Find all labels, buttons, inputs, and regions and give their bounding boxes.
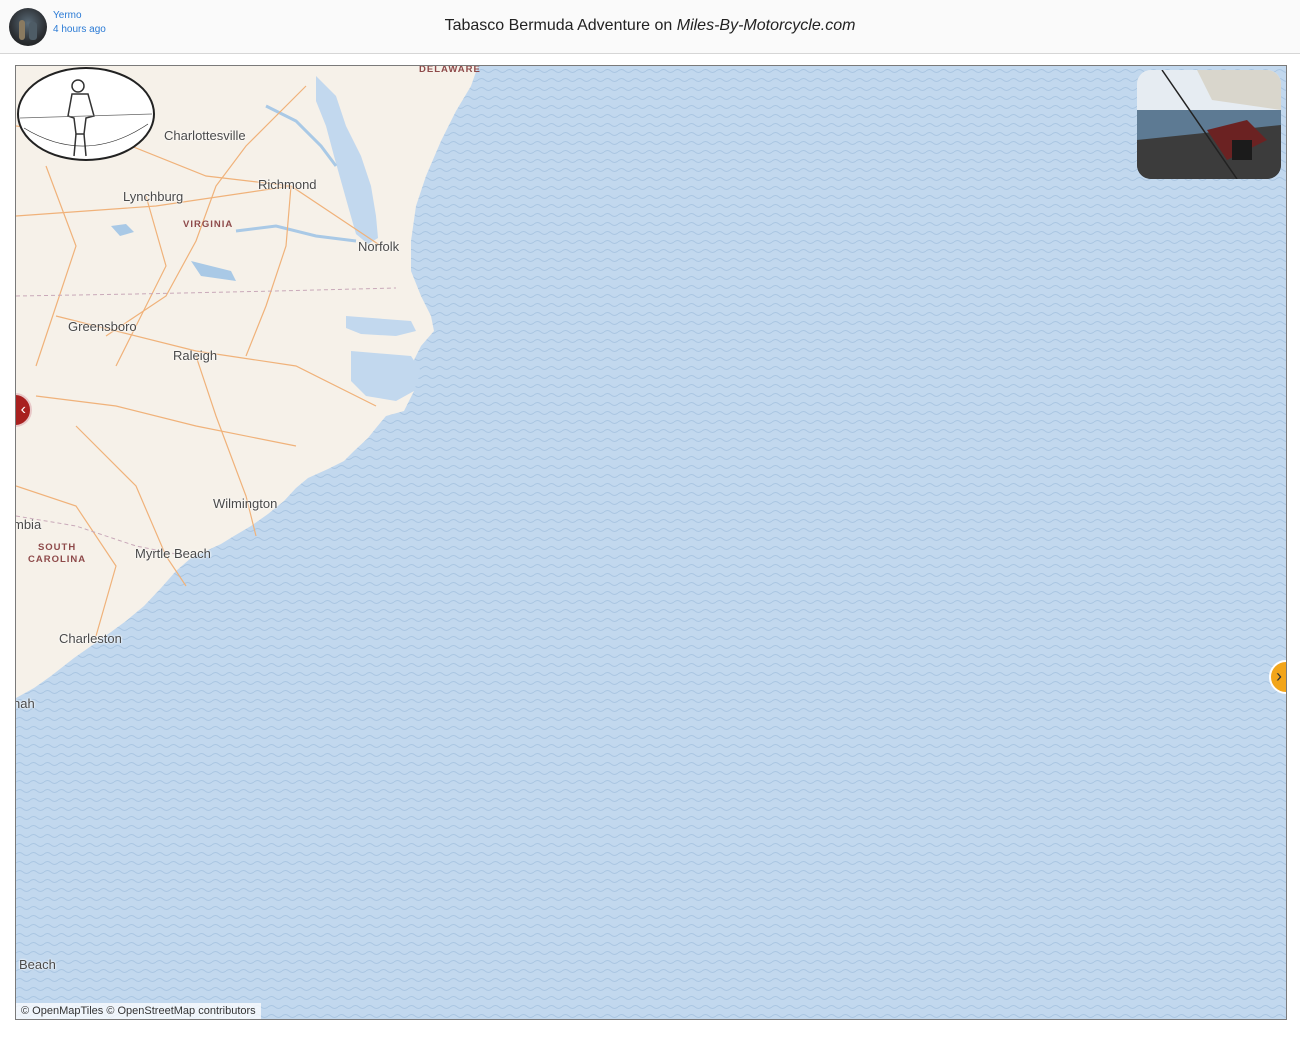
city-label-norfolk: Norfolk bbox=[358, 239, 400, 254]
state-label-delaware: DELAWARE bbox=[419, 65, 481, 75]
city-label-charlottesville: Charlottesville bbox=[164, 128, 246, 143]
map-view[interactable]: DELAWARE VIRGINIA SOUTH CAROLINA Charlot… bbox=[15, 65, 1287, 1020]
state-label-south-carolina: SOUTH CAROLINA bbox=[28, 542, 87, 565]
map-canvas bbox=[16, 66, 1286, 1019]
header-bar: Yermo 4 hours ago Tabasco Bermuda Advent… bbox=[0, 0, 1300, 54]
title-text: Tabasco Bermuda Adventure on bbox=[444, 17, 677, 34]
map-attribution[interactable]: © OpenMapTiles © OpenStreetMap contribut… bbox=[16, 1003, 261, 1019]
miles-by-motorcycle-logo[interactable] bbox=[16, 66, 156, 162]
city-label-wilmington: Wilmington bbox=[213, 496, 278, 511]
city-label-charleston: Charleston bbox=[59, 631, 122, 646]
state-label-virginia: VIRGINIA bbox=[183, 219, 234, 230]
city-label-columbia: mbia bbox=[15, 517, 42, 532]
city-label-greensboro: Greensboro bbox=[68, 319, 137, 334]
city-label-richmond: Richmond bbox=[258, 177, 317, 192]
city-label-beach: Beach bbox=[19, 957, 56, 972]
sailboat-photo bbox=[1137, 70, 1281, 179]
page-title: Tabasco Bermuda Adventure on Miles-By-Mo… bbox=[0, 17, 1300, 35]
city-label-lynchburg: Lynchburg bbox=[123, 189, 184, 204]
city-label-savannah: nah bbox=[15, 696, 35, 711]
photo-thumbnail[interactable] bbox=[1137, 70, 1281, 179]
city-label-myrtle-beach: Myrtle Beach bbox=[135, 546, 211, 561]
city-label-raleigh: Raleigh bbox=[173, 348, 218, 363]
site-name[interactable]: Miles-By-Motorcycle.com bbox=[677, 17, 856, 34]
